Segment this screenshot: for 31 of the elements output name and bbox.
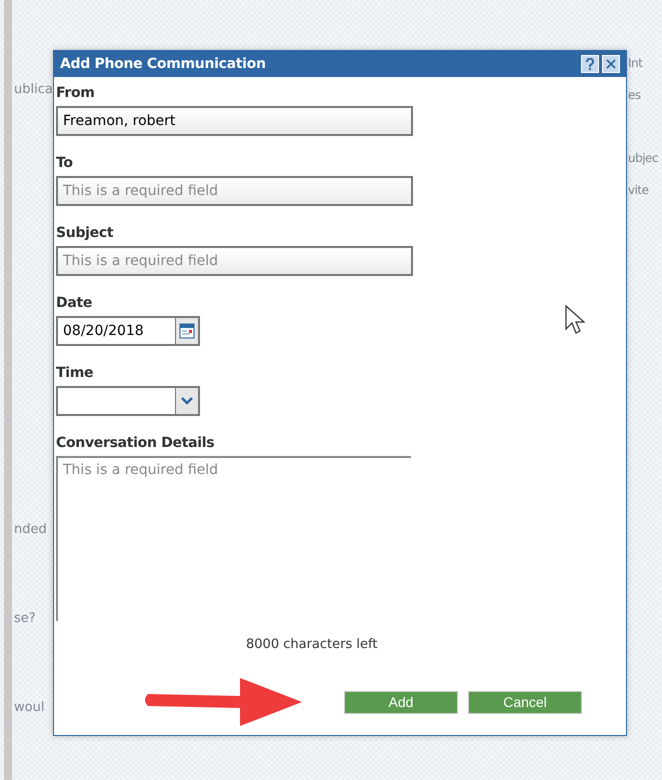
background-text: vite xyxy=(628,182,649,199)
text-field[interactable]: This is a required field xyxy=(56,176,413,206)
field-label: From xyxy=(56,84,96,103)
help-button[interactable] xyxy=(581,55,599,73)
cursor-icon xyxy=(565,305,587,337)
character-count: 8000 characters left xyxy=(246,636,378,654)
calendar-button[interactable] xyxy=(176,316,200,346)
calendar-icon xyxy=(179,323,195,339)
text-area[interactable]: This is a required field xyxy=(56,456,411,621)
field-label: Conversation Details xyxy=(56,434,216,453)
background-text: nded xyxy=(14,521,47,539)
dropdown-button[interactable] xyxy=(176,386,200,416)
background-text: Int xyxy=(628,55,642,72)
time-dropdown[interactable] xyxy=(56,386,176,416)
field-label: Date xyxy=(56,294,94,313)
background-text: woul xyxy=(14,699,44,717)
text-field[interactable]: Freamon, robert xyxy=(56,106,413,136)
background-text: ublica xyxy=(14,81,53,99)
help-icon xyxy=(585,58,595,70)
background-text: se? xyxy=(14,610,36,628)
field-label: Time xyxy=(56,364,94,383)
dialog-title: Add Phone Communication xyxy=(60,54,267,74)
close-button[interactable] xyxy=(602,55,620,73)
field-label: Subject xyxy=(56,224,114,243)
text-field[interactable]: This is a required field xyxy=(56,246,413,276)
field-label: To xyxy=(56,154,74,173)
chevron-down-icon xyxy=(181,397,193,405)
background-text: es xyxy=(628,87,641,104)
close-icon xyxy=(606,59,616,69)
date-field[interactable]: 08/20/2018 xyxy=(56,316,176,346)
background-text: ubjec xyxy=(628,150,658,167)
